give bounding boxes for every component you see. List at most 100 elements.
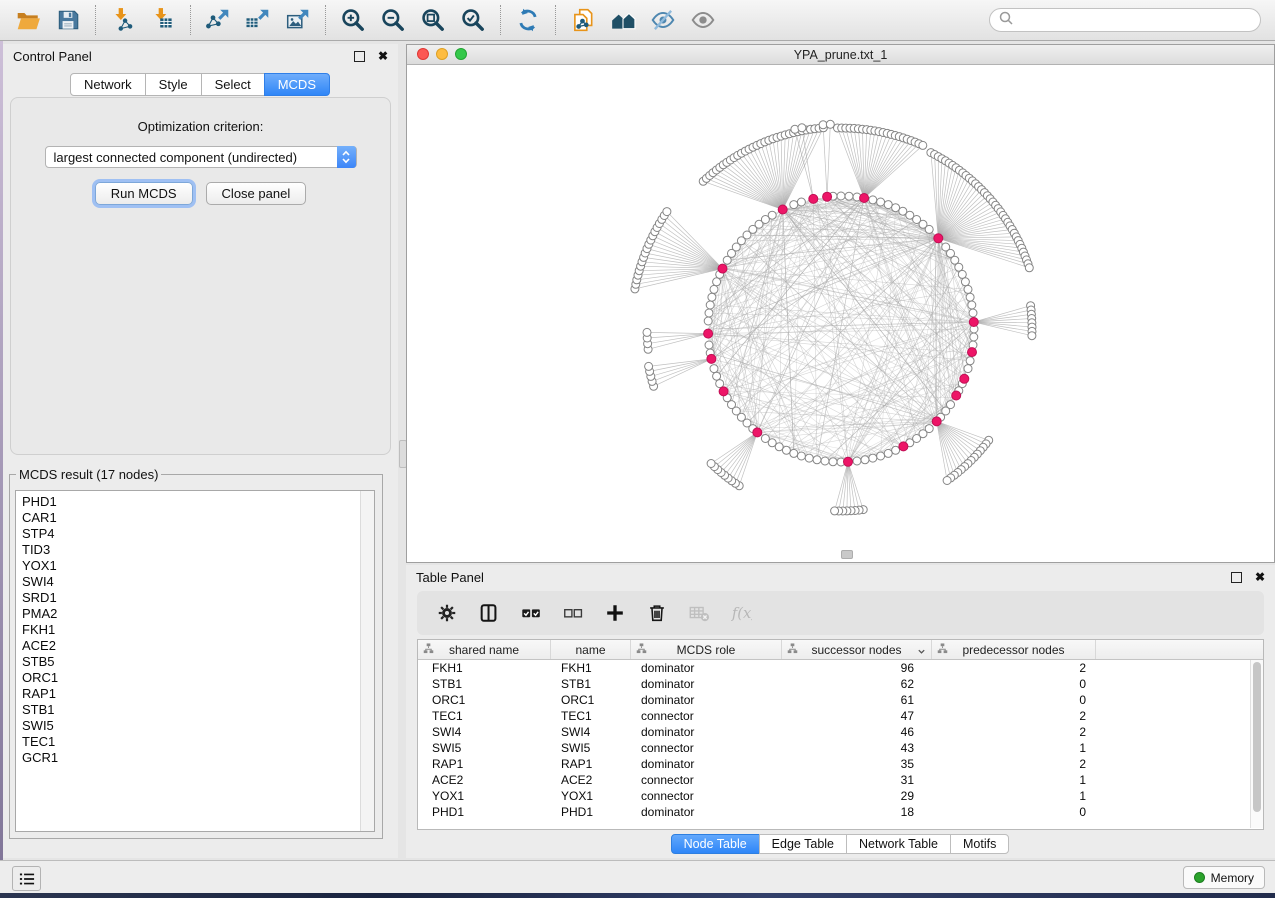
show-graphics-details-button[interactable]	[648, 5, 678, 35]
cell-predecessor-nodes[interactable]: 2	[932, 709, 1096, 723]
cell-name[interactable]: SWI5	[551, 741, 631, 755]
tab-style[interactable]: Style	[145, 73, 202, 96]
cell-predecessor-nodes[interactable]: 1	[932, 789, 1096, 803]
cell-name[interactable]: YOX1	[551, 789, 631, 803]
cell-successor-nodes[interactable]: 62	[782, 677, 932, 691]
mcds-result-item[interactable]: SWI4	[22, 574, 374, 590]
mcds-result-item[interactable]: FKH1	[22, 622, 374, 638]
minimize-window-button[interactable]	[436, 48, 448, 60]
column-header-MCDS-role[interactable]: MCDS role	[631, 640, 782, 659]
cell-predecessor-nodes[interactable]: 2	[932, 725, 1096, 739]
cell-successor-nodes[interactable]: 31	[782, 773, 932, 787]
mcds-result-item[interactable]: STP4	[22, 526, 374, 542]
memory-button[interactable]: Memory	[1183, 866, 1265, 889]
create-column-button[interactable]	[601, 599, 629, 627]
cell-MCDS-role[interactable]: dominator	[631, 677, 782, 691]
cell-name[interactable]: ORC1	[551, 693, 631, 707]
mcds-result-item[interactable]: ORC1	[22, 670, 374, 686]
open-session-button[interactable]	[13, 5, 43, 35]
optimization-criterion-select[interactable]: largest connected component (undirected)	[45, 146, 357, 168]
mcds-result-item[interactable]: PMA2	[22, 606, 374, 622]
cell-successor-nodes[interactable]: 29	[782, 789, 932, 803]
cell-name[interactable]: STB1	[551, 677, 631, 691]
run-mcds-button[interactable]: Run MCDS	[95, 182, 193, 205]
export-network-button[interactable]	[203, 5, 233, 35]
toggle-node-visibility-button[interactable]	[688, 5, 718, 35]
cell-successor-nodes[interactable]: 46	[782, 725, 932, 739]
mcds-list-scrollbar[interactable]	[360, 491, 374, 831]
table-row[interactable]: YOX1YOX1connector291	[418, 788, 1263, 804]
table-row[interactable]: STB1STB1dominator620	[418, 676, 1263, 692]
mcds-result-item[interactable]: SWI5	[22, 718, 374, 734]
tab-mcds[interactable]: MCDS	[264, 73, 330, 96]
mcds-result-item[interactable]: STB1	[22, 702, 374, 718]
cell-name[interactable]: RAP1	[551, 757, 631, 771]
column-header-name[interactable]: name	[551, 640, 631, 659]
mcds-result-item[interactable]: PHD1	[22, 494, 374, 510]
table-scrollbar[interactable]	[1250, 660, 1263, 828]
mcds-result-item[interactable]: SRD1	[22, 590, 374, 606]
close-window-button[interactable]	[417, 48, 429, 60]
mcds-result-item[interactable]: TEC1	[22, 734, 374, 750]
mcds-result-item[interactable]: TID3	[22, 542, 374, 558]
cell-MCDS-role[interactable]: dominator	[631, 693, 782, 707]
table-row[interactable]: FKH1FKH1dominator962	[418, 660, 1263, 676]
table-row[interactable]: SWI4SWI4dominator462	[418, 724, 1263, 740]
cell-name[interactable]: TEC1	[551, 709, 631, 723]
tab-motifs[interactable]: Motifs	[950, 834, 1009, 854]
import-network-from-file-button[interactable]	[108, 5, 138, 35]
cell-MCDS-role[interactable]: connector	[631, 773, 782, 787]
cell-successor-nodes[interactable]: 96	[782, 661, 932, 675]
network-canvas[interactable]	[407, 64, 1274, 562]
cell-shared-name[interactable]: ORC1	[418, 693, 551, 707]
search-box[interactable]	[989, 8, 1261, 32]
search-input[interactable]	[1020, 12, 1252, 28]
close-panel-button[interactable]: Close panel	[206, 182, 307, 205]
cell-shared-name[interactable]: SWI4	[418, 725, 551, 739]
float-control-panel-button[interactable]	[354, 51, 365, 62]
cell-predecessor-nodes[interactable]: 0	[932, 693, 1096, 707]
table-row[interactable]: PHD1PHD1dominator180	[418, 804, 1263, 820]
cell-predecessor-nodes[interactable]: 1	[932, 741, 1096, 755]
column-header-predecessor-nodes[interactable]: predecessor nodes	[932, 640, 1096, 659]
cell-MCDS-role[interactable]: dominator	[631, 805, 782, 819]
cell-predecessor-nodes[interactable]: 2	[932, 661, 1096, 675]
mcds-result-item[interactable]: STB5	[22, 654, 374, 670]
maximize-window-button[interactable]	[455, 48, 467, 60]
mcds-result-item[interactable]: RAP1	[22, 686, 374, 702]
sort-indicator-icon[interactable]	[917, 645, 926, 659]
table-row[interactable]: ACE2ACE2connector311	[418, 772, 1263, 788]
close-control-panel-button[interactable]: ✖	[378, 49, 388, 63]
export-image-button[interactable]	[283, 5, 313, 35]
mcds-result-item[interactable]: YOX1	[22, 558, 374, 574]
refresh-view-button[interactable]	[513, 5, 543, 35]
cell-MCDS-role[interactable]: connector	[631, 741, 782, 755]
table-row[interactable]: ORC1ORC1dominator610	[418, 692, 1263, 708]
cell-predecessor-nodes[interactable]: 0	[932, 805, 1096, 819]
cell-successor-nodes[interactable]: 35	[782, 757, 932, 771]
cell-shared-name[interactable]: TEC1	[418, 709, 551, 723]
table-row[interactable]: SWI5SWI5connector431	[418, 740, 1263, 756]
select-all-rows-button[interactable]	[517, 599, 545, 627]
zoom-out-button[interactable]	[378, 5, 408, 35]
cell-successor-nodes[interactable]: 61	[782, 693, 932, 707]
cell-successor-nodes[interactable]: 47	[782, 709, 932, 723]
save-session-button[interactable]	[53, 5, 83, 35]
cell-name[interactable]: ACE2	[551, 773, 631, 787]
mcds-result-item[interactable]: GCR1	[22, 750, 374, 766]
tab-select[interactable]: Select	[201, 73, 265, 96]
zoom-selected-button[interactable]	[458, 5, 488, 35]
cell-predecessor-nodes[interactable]: 1	[932, 773, 1096, 787]
cell-MCDS-role[interactable]: connector	[631, 709, 782, 723]
cell-MCDS-role[interactable]: dominator	[631, 725, 782, 739]
cell-successor-nodes[interactable]: 18	[782, 805, 932, 819]
mcds-result-item[interactable]: CAR1	[22, 510, 374, 526]
cell-shared-name[interactable]: YOX1	[418, 789, 551, 803]
unselect-all-rows-button[interactable]	[559, 599, 587, 627]
table-row[interactable]: TEC1TEC1connector472	[418, 708, 1263, 724]
table-scrollbar-thumb[interactable]	[1253, 662, 1261, 812]
task-history-button[interactable]	[12, 866, 41, 891]
network-graph[interactable]	[407, 64, 1274, 562]
cell-shared-name[interactable]: PHD1	[418, 805, 551, 819]
cell-shared-name[interactable]: RAP1	[418, 757, 551, 771]
